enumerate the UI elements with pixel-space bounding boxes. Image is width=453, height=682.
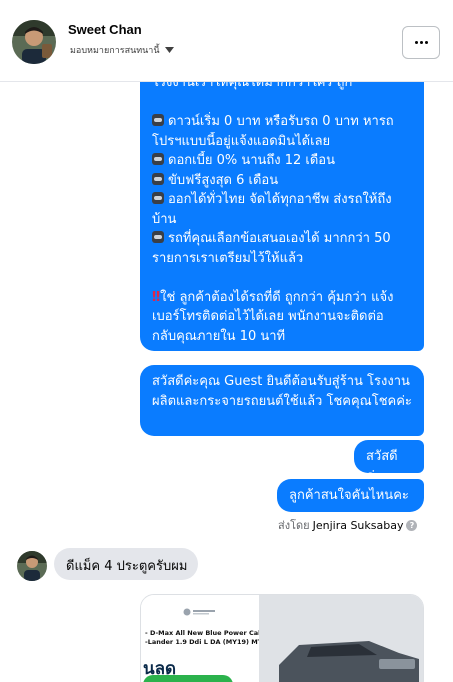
- promo-banner: - D-Max All New Blue Power Cab-4 -Lander…: [141, 595, 270, 682]
- promo-line: เบอร์โทรติดต่อไว้ได้เลย พนักงานจะติดต่อ: [152, 309, 384, 324]
- contact-name[interactable]: Sweet Chan: [68, 22, 142, 37]
- promo-line-text: ขับฟรีสูงสุด 6 เดือน: [168, 172, 279, 188]
- more-options-button[interactable]: [402, 26, 440, 59]
- car-model-text: - D-Max All New Blue Power Cab-4 -Lander…: [145, 629, 270, 647]
- promo-line: ดอกเบี้ย 0% นานถึง 12 เดือน: [152, 151, 410, 171]
- incoming-message: ดีแม็ค 4 ประตูครับผม: [54, 548, 198, 580]
- chevron-down-icon: [164, 47, 174, 53]
- promo-line: ขับฟรีสูงสุด 6 เดือน: [152, 171, 410, 191]
- car-image-attachment[interactable]: - D-Max All New Blue Power Cab-4 -Lander…: [140, 594, 424, 682]
- sent-by-prefix: ส่งโดย: [278, 519, 310, 532]
- chat-thread: โรงงานเราให้คุณได้มากกว่าใคร ถูก ดาวน์เร…: [0, 0, 453, 682]
- car-icon: [152, 231, 164, 243]
- car-icon: [152, 153, 164, 165]
- assign-label: มอบหมายการสนทนานี้: [70, 46, 160, 56]
- promo-line: ออกได้ทั่วไทย จัดได้ทุกอาชีพ ส่งรถให้ถึง: [152, 190, 410, 210]
- info-icon[interactable]: ?: [406, 519, 418, 531]
- assign-conversation[interactable]: มอบหมายการสนทนานี้: [70, 43, 174, 57]
- greeting-message: สวัสดีค่ะคุณ Guest ยินดีต้อนรับสู่ร้าน โ…: [140, 365, 424, 436]
- promo-line-text: รถที่คุณเลือกข้อเสนอเองได้ มากกว่า 50: [168, 231, 391, 246]
- promo-line: ‼ใช่ ลูกค้าต้องได้รถที่ดี ถูกกว่า คุ้มกว…: [152, 288, 410, 308]
- car-photo: [259, 595, 423, 682]
- promo-line-text: ดอกเบี้ย 0% นานถึง 12 เดือน: [168, 153, 336, 168]
- chat-header: Sweet Chan มอบหมายการสนทนานี้: [0, 0, 453, 82]
- car-icon: [152, 172, 164, 185]
- double-exclamation-icon: ‼: [152, 289, 161, 305]
- promo-line-text: ใช่ ลูกค้าต้องได้รถที่ดี ถูกกว่า คุ้มกว่…: [160, 289, 394, 305]
- question-message: ลูกค้าสนใจคันไหนคะ: [277, 479, 424, 512]
- car-model-line: -Lander 1.9 Ddi L DA (MY19) MT: [145, 638, 263, 646]
- more-icon: [414, 41, 428, 44]
- avatar[interactable]: [17, 551, 47, 581]
- promo-line: รายการเราเตรียมไว้ให้แล้ว: [152, 250, 304, 266]
- promo-line-text: ดาวน์เริ่ม 0 บาท หรือรับรถ 0 บาท หารถ: [168, 114, 394, 129]
- price-highlight: [143, 675, 233, 682]
- car-icon: [152, 114, 164, 126]
- logo-icon: [183, 608, 215, 616]
- promo-message: โรงงานเราให้คุณได้มากกว่าใคร ถูก ดาวน์เร…: [140, 60, 424, 351]
- sent-by-name[interactable]: Jenjira Suksabay: [313, 519, 404, 532]
- promo-line-text: ออกได้ทั่วไทย จัดได้ทุกอาชีพ ส่งรถให้ถึง: [168, 192, 392, 207]
- promo-line: ดาวน์เริ่ม 0 บาท หรือรับรถ 0 บาท หารถ: [152, 112, 410, 132]
- hello-message: สวัสดีค่ะ: [354, 440, 424, 484]
- car-model-line: - D-Max All New Blue Power Cab-4: [145, 629, 270, 637]
- avatar[interactable]: [12, 20, 56, 64]
- promo-line: กลับคุณภายใน 10 นาที: [152, 328, 286, 344]
- sent-by-label: ส่งโดย Jenjira Suksabay ?: [278, 516, 418, 534]
- car-icon: [152, 192, 164, 204]
- promo-line: บ้าน: [152, 211, 177, 227]
- promo-line: รถที่คุณเลือกข้อเสนอเองได้ มากกว่า 50: [152, 229, 410, 249]
- promo-line: โปรฯแบบนี้อยู่แจ้งแอดมินได้เลย: [152, 133, 331, 149]
